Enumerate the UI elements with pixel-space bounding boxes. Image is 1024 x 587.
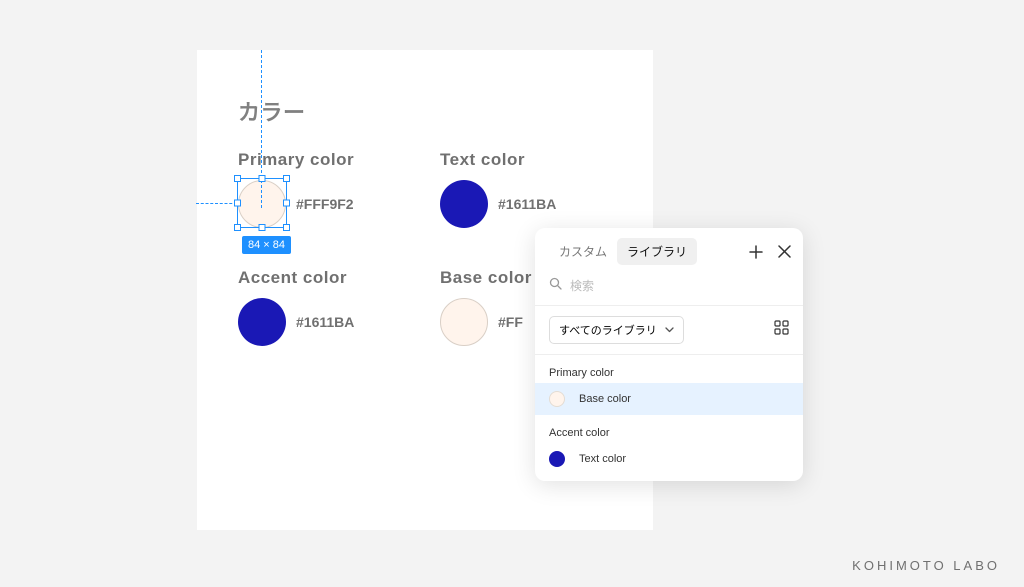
library-dropdown[interactable]: すべてのライブラリ xyxy=(549,316,684,344)
swatch-hex: #FF xyxy=(498,314,523,330)
library-panel: カスタム ライブラリ すべてのライブラリ xyxy=(535,228,803,481)
color-swatch-circle[interactable] xyxy=(440,298,488,346)
color-dot xyxy=(549,451,565,467)
tab-library[interactable]: ライブラリ xyxy=(617,238,697,265)
grid-view-icon[interactable] xyxy=(774,320,789,340)
section-title: カラー xyxy=(238,95,306,127)
color-swatch-circle[interactable] xyxy=(238,298,286,346)
swatch-accent: Accent color #1611BA xyxy=(238,268,354,346)
panel-tabs: カスタム ライブラリ xyxy=(535,228,803,273)
swatch-primary: Primary color #FFF9F2 xyxy=(238,150,354,228)
chevron-down-icon xyxy=(665,324,674,336)
dropdown-label: すべてのライブラリ xyxy=(559,322,657,338)
color-swatch-circle[interactable] xyxy=(238,180,286,228)
selection-size-badge: 84 × 84 xyxy=(242,236,291,254)
library-item-text-color[interactable]: Text color xyxy=(535,443,803,475)
tab-custom[interactable]: カスタム xyxy=(549,238,617,265)
panel-filter-row: すべてのライブラリ xyxy=(535,306,803,355)
search-icon xyxy=(549,277,562,295)
add-icon[interactable] xyxy=(747,243,765,261)
watermark: KOHIMOTO LABO xyxy=(852,558,1000,573)
panel-search xyxy=(535,273,803,306)
swatch-text: Text color #1611BA xyxy=(440,150,556,228)
library-item-base-color[interactable]: Base color xyxy=(535,383,803,415)
library-section-title: Primary color xyxy=(535,355,803,383)
library-item-label: Text color xyxy=(579,453,626,465)
swatch-base: Base color #FF xyxy=(440,268,532,346)
swatch-hex: #1611BA xyxy=(498,196,556,212)
swatch-label: Primary color xyxy=(238,150,354,170)
alignment-guide-horizontal xyxy=(196,203,237,204)
swatch-label: Base color xyxy=(440,268,532,288)
swatch-hex: #FFF9F2 xyxy=(296,196,354,212)
swatch-hex: #1611BA xyxy=(296,314,354,330)
swatch-label: Text color xyxy=(440,150,556,170)
close-icon[interactable] xyxy=(775,243,793,261)
color-swatch-circle[interactable] xyxy=(440,180,488,228)
color-dot xyxy=(549,391,565,407)
swatch-label: Accent color xyxy=(238,268,354,288)
search-input[interactable] xyxy=(570,279,789,293)
library-item-label: Base color xyxy=(579,393,631,405)
alignment-guide-vertical xyxy=(261,50,262,208)
library-section-title: Accent color xyxy=(535,415,803,443)
